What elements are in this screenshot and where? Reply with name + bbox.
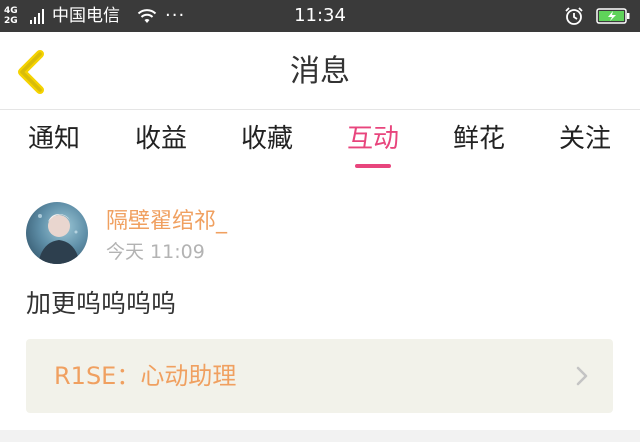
clock: 11:34	[294, 5, 346, 26]
tab-notifications[interactable]: 通知	[4, 122, 104, 162]
page-title: 消息	[290, 54, 350, 89]
username[interactable]: 隔壁翟绾祁_	[106, 208, 227, 236]
message-item: 隔壁翟绾祁_ 今天 11:09 加更呜呜呜呜 R1SE：心动助理	[0, 172, 640, 430]
status-bar: 4G 2G 中国电信 ··· 11:34	[0, 0, 640, 32]
linked-work-card[interactable]: R1SE：心动助理	[26, 339, 613, 413]
message-content: 加更呜呜呜呜	[26, 289, 177, 318]
alarm-icon	[565, 7, 583, 25]
timestamp: 今天 11:09	[106, 241, 205, 263]
chevron-right-icon	[576, 366, 588, 386]
tab-earnings[interactable]: 收益	[111, 122, 211, 162]
active-tab-indicator	[355, 164, 391, 168]
bottom-divider	[0, 430, 640, 442]
avatar[interactable]	[26, 202, 88, 264]
tab-flowers[interactable]: 鲜花	[429, 122, 529, 162]
title-bar: 消息	[0, 32, 640, 110]
battery-charging-icon	[596, 8, 630, 24]
avatar-image	[38, 214, 80, 264]
tab-following[interactable]: 关注	[535, 122, 635, 162]
linked-work-title: R1SE：心动助理	[54, 362, 237, 390]
tab-bar: 通知 收益 收藏 互动 鲜花 关注	[0, 110, 640, 172]
tab-interactions[interactable]: 互动	[323, 122, 423, 162]
tab-favorites[interactable]: 收藏	[217, 122, 317, 162]
